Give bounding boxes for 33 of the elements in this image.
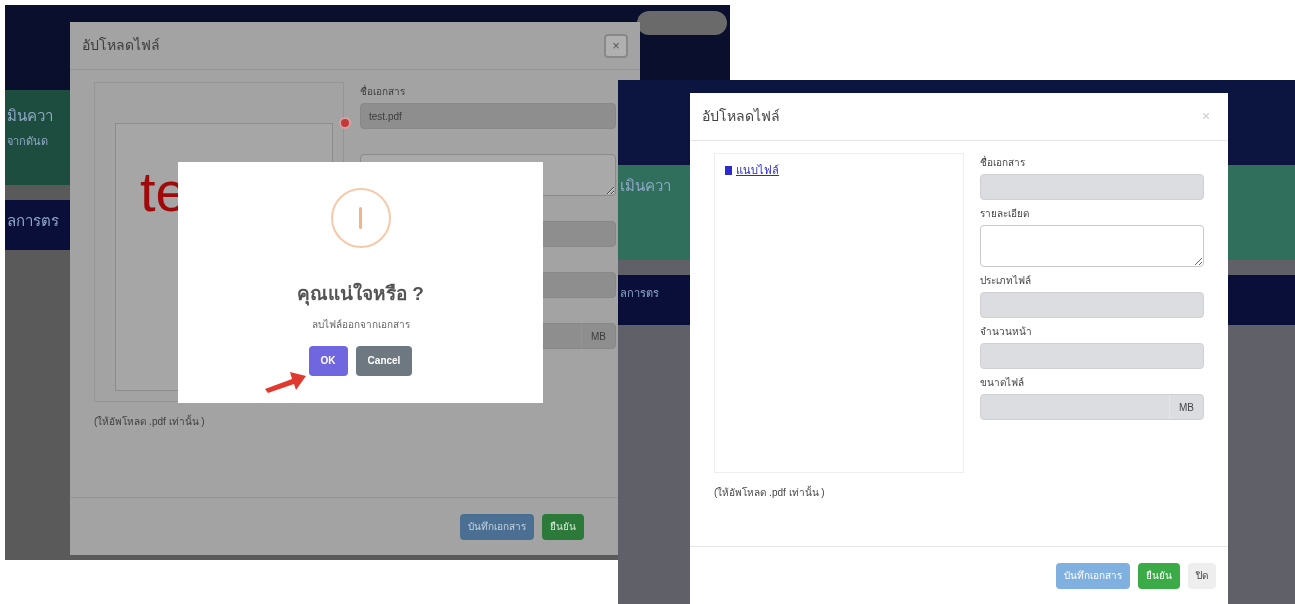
footer-button[interactable]: ยืนยัน <box>542 513 584 540</box>
unit-label: MB <box>1169 395 1203 419</box>
background-text: เมินควา <box>620 176 671 196</box>
close-button[interactable]: × <box>604 33 628 58</box>
field-label: ขนาดไฟล์ <box>980 376 1025 389</box>
attach-file-link[interactable]: แนบไฟล์ <box>725 162 779 179</box>
field-label: รายละเอียด <box>980 207 1030 220</box>
unit-label: MB <box>581 324 615 348</box>
background-text: มินควา <box>7 106 53 126</box>
dialog-heading: คุณแน่ใจหรือ ? <box>297 281 424 308</box>
text-area[interactable] <box>980 225 1204 267</box>
footer-button[interactable]: ปิด <box>1188 562 1216 589</box>
field-label: ชื่อเอกสาร <box>360 84 406 98</box>
footer-button[interactable]: บันทึกเอกสาร <box>1056 562 1130 589</box>
background-text: ลการตร <box>7 211 59 231</box>
dialog-title: อัปโหลดไฟล์ <box>82 36 160 55</box>
background-text: ลการตร <box>620 286 659 301</box>
file-type-hint: (ให้อัพโหลด .pdf เท่านั้น ) <box>94 414 206 429</box>
dialog-title: อัปโหลดไฟล์ <box>702 107 780 126</box>
dialog-message: ลบไฟล์ออกจากเอกสาร <box>311 317 410 332</box>
input-field[interactable]: MB <box>980 394 1204 420</box>
field-label: ชื่อเอกสาร <box>980 155 1026 169</box>
remove-icon[interactable] <box>339 117 351 129</box>
cancel-button[interactable]: Cancel <box>355 345 413 376</box>
footer-button[interactable]: บันทึกเอกสาร <box>460 513 534 540</box>
background-text: จากดันด <box>7 134 48 149</box>
file-type-hint: (ให้อัพโหลด .pdf เท่านั้น ) <box>714 485 826 500</box>
footer-button[interactable]: ยืนยัน <box>1138 562 1180 589</box>
file-icon <box>725 165 732 175</box>
field-label: ประเภทไฟล์ <box>980 274 1032 287</box>
ok-button[interactable]: OK <box>308 345 348 376</box>
field-label: จำนวนหน้า <box>980 325 1033 338</box>
warning-icon <box>330 188 391 248</box>
